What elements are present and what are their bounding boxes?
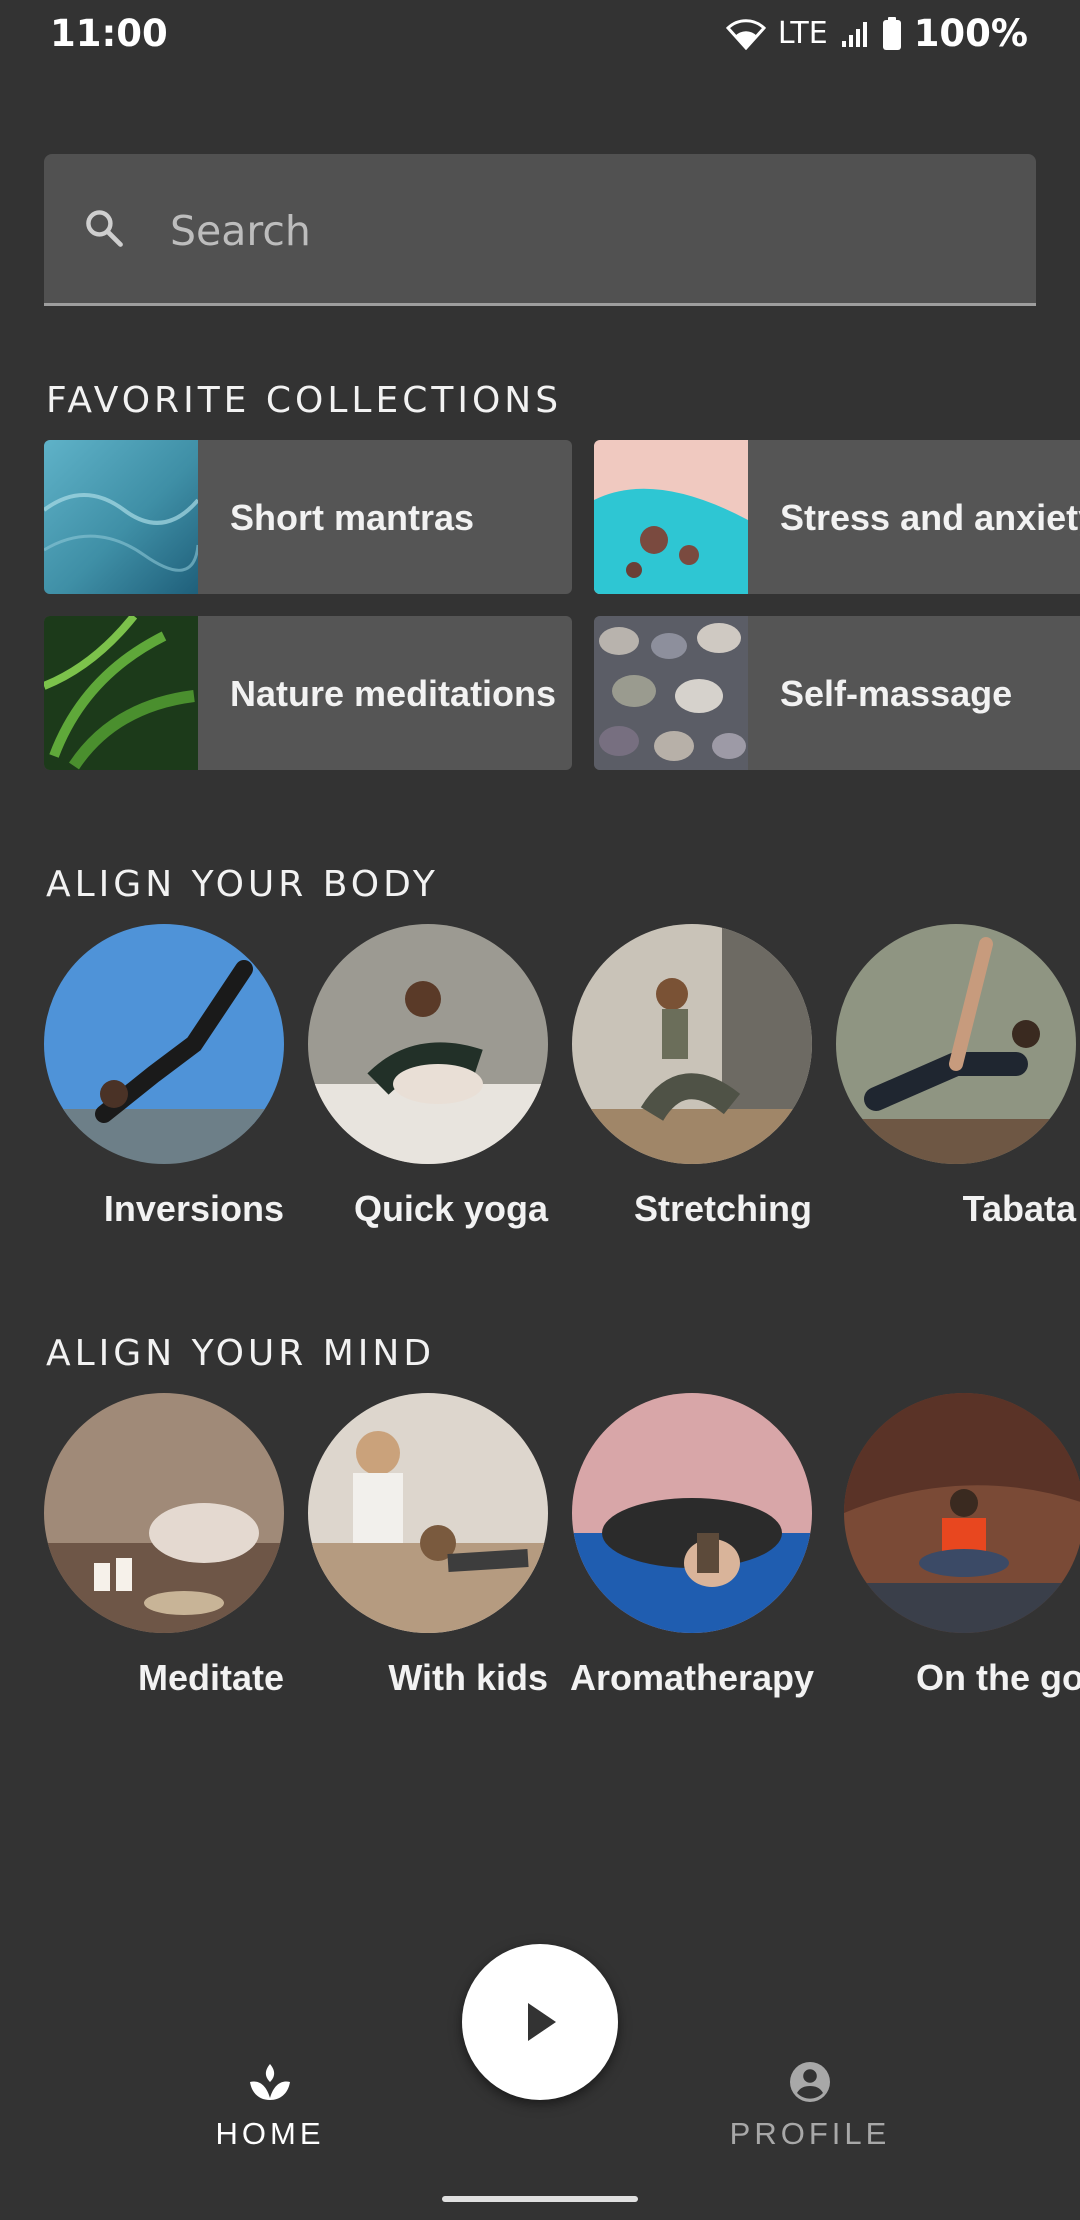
aerial-beach-thumbnail bbox=[594, 440, 748, 594]
network-type: LTE bbox=[777, 16, 828, 51]
body-item-quick-yoga[interactable]: Quick yoga bbox=[308, 924, 548, 1230]
body-item-stretching[interactable]: Stretching bbox=[572, 924, 812, 1230]
mind-item-meditate[interactable]: Meditate bbox=[44, 1393, 284, 1699]
collection-card-short-mantras[interactable]: Short mantras bbox=[44, 440, 572, 594]
mind-item-label: Meditate bbox=[137, 1657, 284, 1698]
mind-item-on-the-go[interactable]: On the go bbox=[844, 1393, 1080, 1699]
align-body-title: ALIGN YOUR BODY bbox=[46, 864, 439, 905]
play-button[interactable] bbox=[462, 1944, 618, 2100]
search-icon bbox=[86, 210, 123, 247]
palm-leaves-thumbnail bbox=[44, 616, 198, 770]
mind-item-label: With kids bbox=[388, 1657, 548, 1698]
search-input[interactable] bbox=[168, 190, 992, 272]
collection-card-self-massage[interactable]: Self-massage bbox=[594, 616, 1080, 770]
pebbles-thumbnail bbox=[594, 616, 748, 770]
mind-item-with-kids[interactable]: With kids bbox=[308, 1393, 548, 1699]
wifi-icon bbox=[725, 18, 766, 50]
mind-item-label: Aromatherapy bbox=[569, 1657, 815, 1698]
aromatherapy-image bbox=[572, 1393, 812, 1633]
stretching-image bbox=[572, 924, 812, 1164]
battery-icon bbox=[882, 16, 901, 50]
body-item-tabata[interactable]: Tabata bbox=[836, 924, 1076, 1230]
battery-percent: 100% bbox=[913, 12, 1028, 55]
status-time: 11:00 bbox=[50, 12, 168, 55]
status-bar: 11:00 LTE 100% bbox=[0, 0, 1080, 70]
collection-label: Stress and anxiety bbox=[780, 496, 1080, 538]
body-item-label: Quick yoga bbox=[353, 1188, 548, 1229]
nav-home[interactable]: HOME bbox=[170, 2058, 370, 2152]
nav-profile-label: PROFILE bbox=[729, 2116, 891, 2151]
play-icon bbox=[528, 2003, 556, 2041]
account-circle-icon bbox=[790, 2062, 830, 2102]
collection-label: Short mantras bbox=[230, 496, 475, 538]
with-kids-image bbox=[308, 1393, 548, 1633]
ocean-wave-thumbnail bbox=[44, 440, 198, 594]
on-the-go-image bbox=[844, 1393, 1080, 1633]
status-icons: LTE 100% bbox=[725, 12, 1028, 55]
collection-label: Self-massage bbox=[780, 672, 1013, 714]
favorite-collections-title: FAVORITE COLLECTIONS bbox=[46, 380, 563, 421]
quick-yoga-image bbox=[308, 924, 548, 1164]
spa-icon bbox=[250, 2064, 290, 2100]
collection-label: Nature meditations bbox=[230, 672, 557, 714]
collection-card-stress-and-anxiety[interactable]: Stress and anxiety bbox=[594, 440, 1080, 594]
nav-profile[interactable]: PROFILE bbox=[710, 2058, 910, 2152]
body-item-inversions[interactable]: Inversions bbox=[44, 924, 284, 1230]
body-item-label: Inversions bbox=[103, 1188, 284, 1229]
search-bar[interactable] bbox=[44, 154, 1036, 306]
body-item-label: Stretching bbox=[633, 1188, 812, 1229]
inversions-image bbox=[44, 924, 284, 1164]
align-mind-title: ALIGN YOUR MIND bbox=[46, 1333, 436, 1374]
mind-item-label: On the go bbox=[916, 1657, 1080, 1698]
collection-card-nature-meditations[interactable]: Nature meditations bbox=[44, 616, 572, 770]
meditate-image bbox=[44, 1393, 284, 1633]
mind-item-aromatherapy[interactable]: Aromatherapy bbox=[569, 1393, 815, 1699]
body-item-label: Tabata bbox=[962, 1188, 1076, 1229]
tabata-image bbox=[836, 924, 1076, 1164]
nav-home-label: HOME bbox=[215, 2116, 325, 2151]
signal-icon bbox=[841, 21, 867, 47]
gesture-home-indicator[interactable] bbox=[442, 2196, 638, 2202]
